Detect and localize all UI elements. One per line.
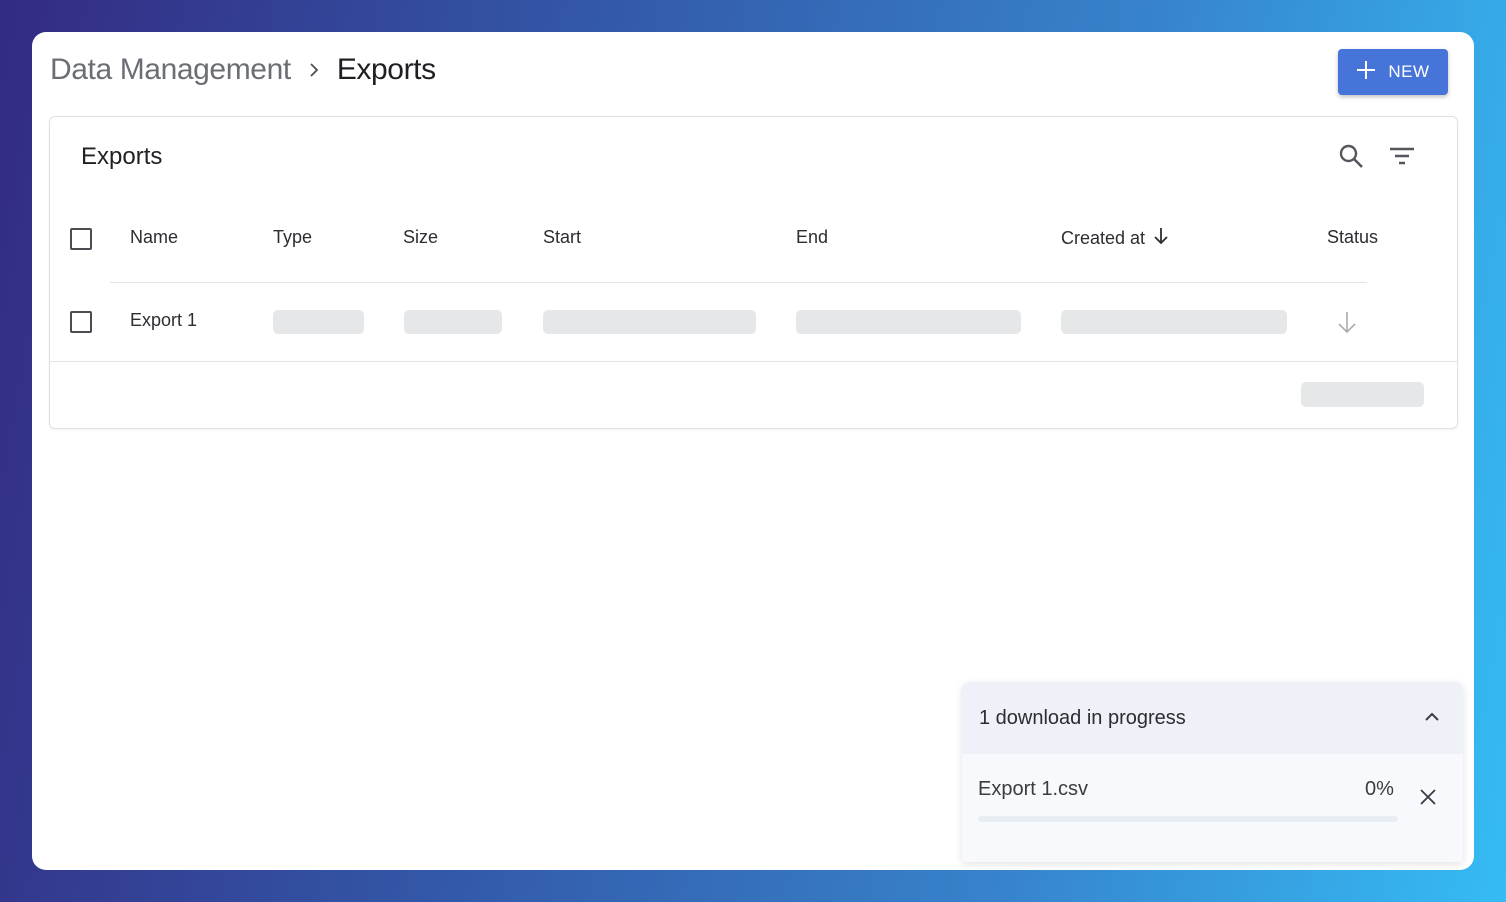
cancel-download-button[interactable] [1414, 785, 1442, 813]
cell-end-skeleton [796, 310, 1021, 334]
page-title: Exports [336, 53, 436, 86]
app-window: Data Management Exports NEW Exports Name… [32, 32, 1474, 870]
new-export-button[interactable]: NEW [1338, 49, 1448, 95]
column-header-name[interactable]: Name [130, 227, 178, 248]
row-checkbox[interactable] [70, 311, 92, 333]
column-header-status[interactable]: Status [1327, 227, 1378, 248]
downloads-header[interactable]: 1 download in progress [962, 682, 1463, 754]
exports-table-card: Exports Name Type Size Start End Created… [49, 116, 1458, 429]
search-button[interactable] [1334, 141, 1368, 175]
chevron-right-icon [291, 61, 337, 79]
download-percent: 0% [1365, 778, 1394, 800]
chevron-up-icon [1424, 709, 1440, 727]
filter-button[interactable] [1385, 141, 1419, 175]
plus-icon [1356, 60, 1376, 85]
close-icon [1419, 788, 1437, 811]
download-filename: Export 1.csv [978, 778, 1089, 800]
filter-icon [1389, 146, 1415, 171]
sort-arrow-down-icon [1153, 227, 1169, 250]
pagination-skeleton [1301, 382, 1424, 407]
collapse-button[interactable] [1417, 703, 1447, 733]
column-header-type[interactable]: Type [273, 227, 312, 248]
cell-start-skeleton [543, 310, 756, 334]
cell-type-skeleton [273, 310, 364, 334]
breadcrumb: Data Management Exports [50, 50, 436, 90]
header-divider [110, 282, 1367, 283]
column-header-created-at[interactable]: Created at [1061, 227, 1169, 250]
column-header-size[interactable]: Size [403, 227, 438, 248]
new-button-label: NEW [1388, 62, 1430, 81]
cell-created-at-skeleton [1061, 310, 1287, 334]
column-header-start[interactable]: Start [543, 227, 581, 248]
cell-name: Export 1 [130, 310, 198, 330]
column-header-end[interactable]: End [796, 227, 828, 248]
table-title: Exports [81, 143, 163, 170]
search-icon [1338, 143, 1364, 174]
download-progress-bar [978, 816, 1398, 822]
cell-size-skeleton [404, 310, 502, 334]
downloads-panel: 1 download in progress Export 1.csv 0% [962, 682, 1463, 862]
arrow-down-icon [1335, 310, 1359, 336]
downloads-title: 1 download in progress [979, 706, 1186, 729]
download-item: Export 1.csv 0% [962, 754, 1463, 862]
breadcrumb-parent[interactable]: Data Management [50, 53, 291, 87]
row-divider [50, 361, 1457, 362]
select-all-checkbox[interactable] [70, 228, 92, 250]
